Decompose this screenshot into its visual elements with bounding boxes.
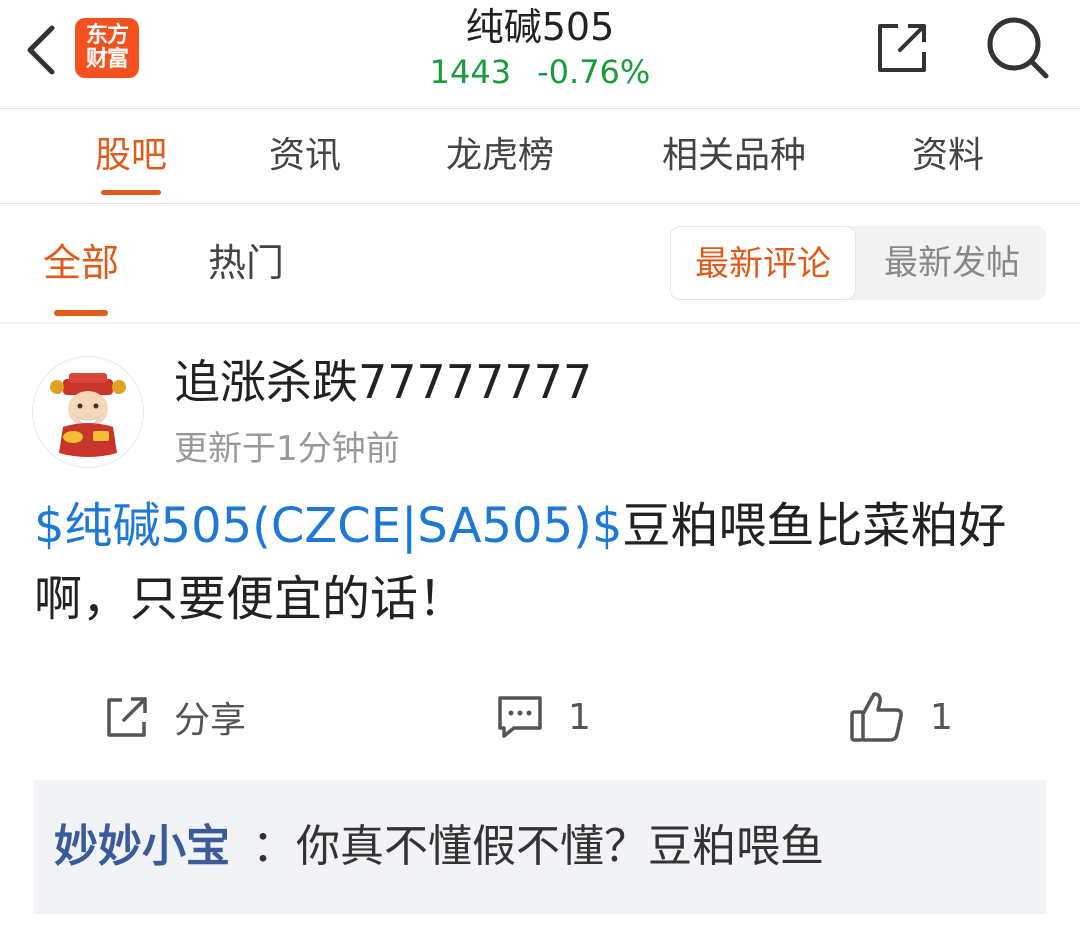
change-percent: -0.76% xyxy=(537,53,651,91)
logo-line-1: 东方 xyxy=(85,23,129,48)
sub-tab-bar: 全部 热门 最新评论 最新发帖 xyxy=(0,204,1080,324)
sort-toggle: 最新评论 最新发帖 xyxy=(670,226,1046,300)
post-actions: 分享 1 1 xyxy=(0,682,1080,752)
reply-line: 妙妙小宝 ：你真不懂假不懂？豆粕喂鱼 xyxy=(54,780,824,914)
tab-label: 龙虎榜 xyxy=(445,135,554,176)
subtab-label: 热门 xyxy=(208,241,285,285)
tab-label: 资讯 xyxy=(268,135,341,176)
title-block: 纯碱505 1443 -0.76% xyxy=(340,0,740,92)
active-tab-indicator xyxy=(101,190,161,195)
share-label: 分享 xyxy=(174,700,247,741)
tab-label: 相关品种 xyxy=(661,135,806,176)
search-icon[interactable] xyxy=(984,14,1052,82)
like-count: 1 xyxy=(930,696,953,738)
comment-count: 1 xyxy=(568,696,591,738)
share-icon[interactable] xyxy=(872,18,932,78)
logo-line-2: 财富 xyxy=(85,47,129,72)
tab-label: 股吧 xyxy=(94,135,167,176)
avatar-image xyxy=(50,373,126,457)
page-title: 纯碱505 xyxy=(465,5,615,49)
subtab-hot[interactable]: 热门 xyxy=(208,204,284,322)
reply-username[interactable]: 妙妙小宝 xyxy=(54,821,230,872)
like-button[interactable]: 1 xyxy=(848,682,953,752)
tab-related[interactable]: 相关品种 xyxy=(654,108,814,203)
quote-line: 1443 -0.76% xyxy=(340,52,740,92)
reply-text: ：你真不懂假不懂？豆粕喂鱼 xyxy=(252,821,824,872)
tab-label: 资料 xyxy=(911,135,984,176)
share-button[interactable]: 分享 xyxy=(104,682,246,752)
subtab-label: 全部 xyxy=(43,241,120,285)
page: 东方 财富 纯碱505 1443 -0.76% 股吧 资讯 龙虎榜 相关品种 资… xyxy=(0,0,1080,925)
back-arrow-icon[interactable] xyxy=(20,22,64,78)
tab-news[interactable]: 资讯 xyxy=(265,108,345,203)
price-value: 1443 xyxy=(429,53,512,91)
post-body: $纯碱505(CZCE|SA505)$豆粕喂鱼比菜粕好啊，只要便宜的话！ xyxy=(34,490,1044,636)
active-subtab-indicator xyxy=(54,310,108,316)
subtab-all[interactable]: 全部 xyxy=(43,204,119,322)
tab-profile[interactable]: 资料 xyxy=(908,108,988,203)
main-tab-bar: 股吧 资讯 龙虎榜 相关品种 资料 xyxy=(0,108,1080,204)
post-card: 追涨杀跌77777777 更新于1分钟前 $纯碱505(CZCE|SA505)$… xyxy=(0,324,1080,925)
stock-tag-link[interactable]: $纯碱505(CZCE|SA505)$ xyxy=(34,498,622,554)
reply-preview[interactable]: 妙妙小宝 ：你真不懂假不懂？豆粕喂鱼 xyxy=(34,780,1046,914)
comment-button[interactable]: 1 xyxy=(496,682,591,752)
post-username[interactable]: 追涨杀跌77777777 xyxy=(174,352,592,412)
header-bar: 东方 财富 纯碱505 1443 -0.76% xyxy=(0,0,1080,109)
thumbs-up-icon xyxy=(850,692,903,742)
avatar[interactable] xyxy=(32,356,144,468)
tab-guba[interactable]: 股吧 xyxy=(92,108,170,203)
share-icon xyxy=(107,697,147,737)
post-time: 更新于1分钟前 xyxy=(174,429,400,469)
sort-latest-comment[interactable]: 最新评论 xyxy=(670,226,856,300)
tab-dragon-tiger[interactable]: 龙虎榜 xyxy=(440,108,560,203)
app-logo[interactable]: 东方 财富 xyxy=(75,18,139,78)
sort-latest-post[interactable]: 最新发帖 xyxy=(860,226,1044,300)
comment-icon xyxy=(498,696,542,738)
